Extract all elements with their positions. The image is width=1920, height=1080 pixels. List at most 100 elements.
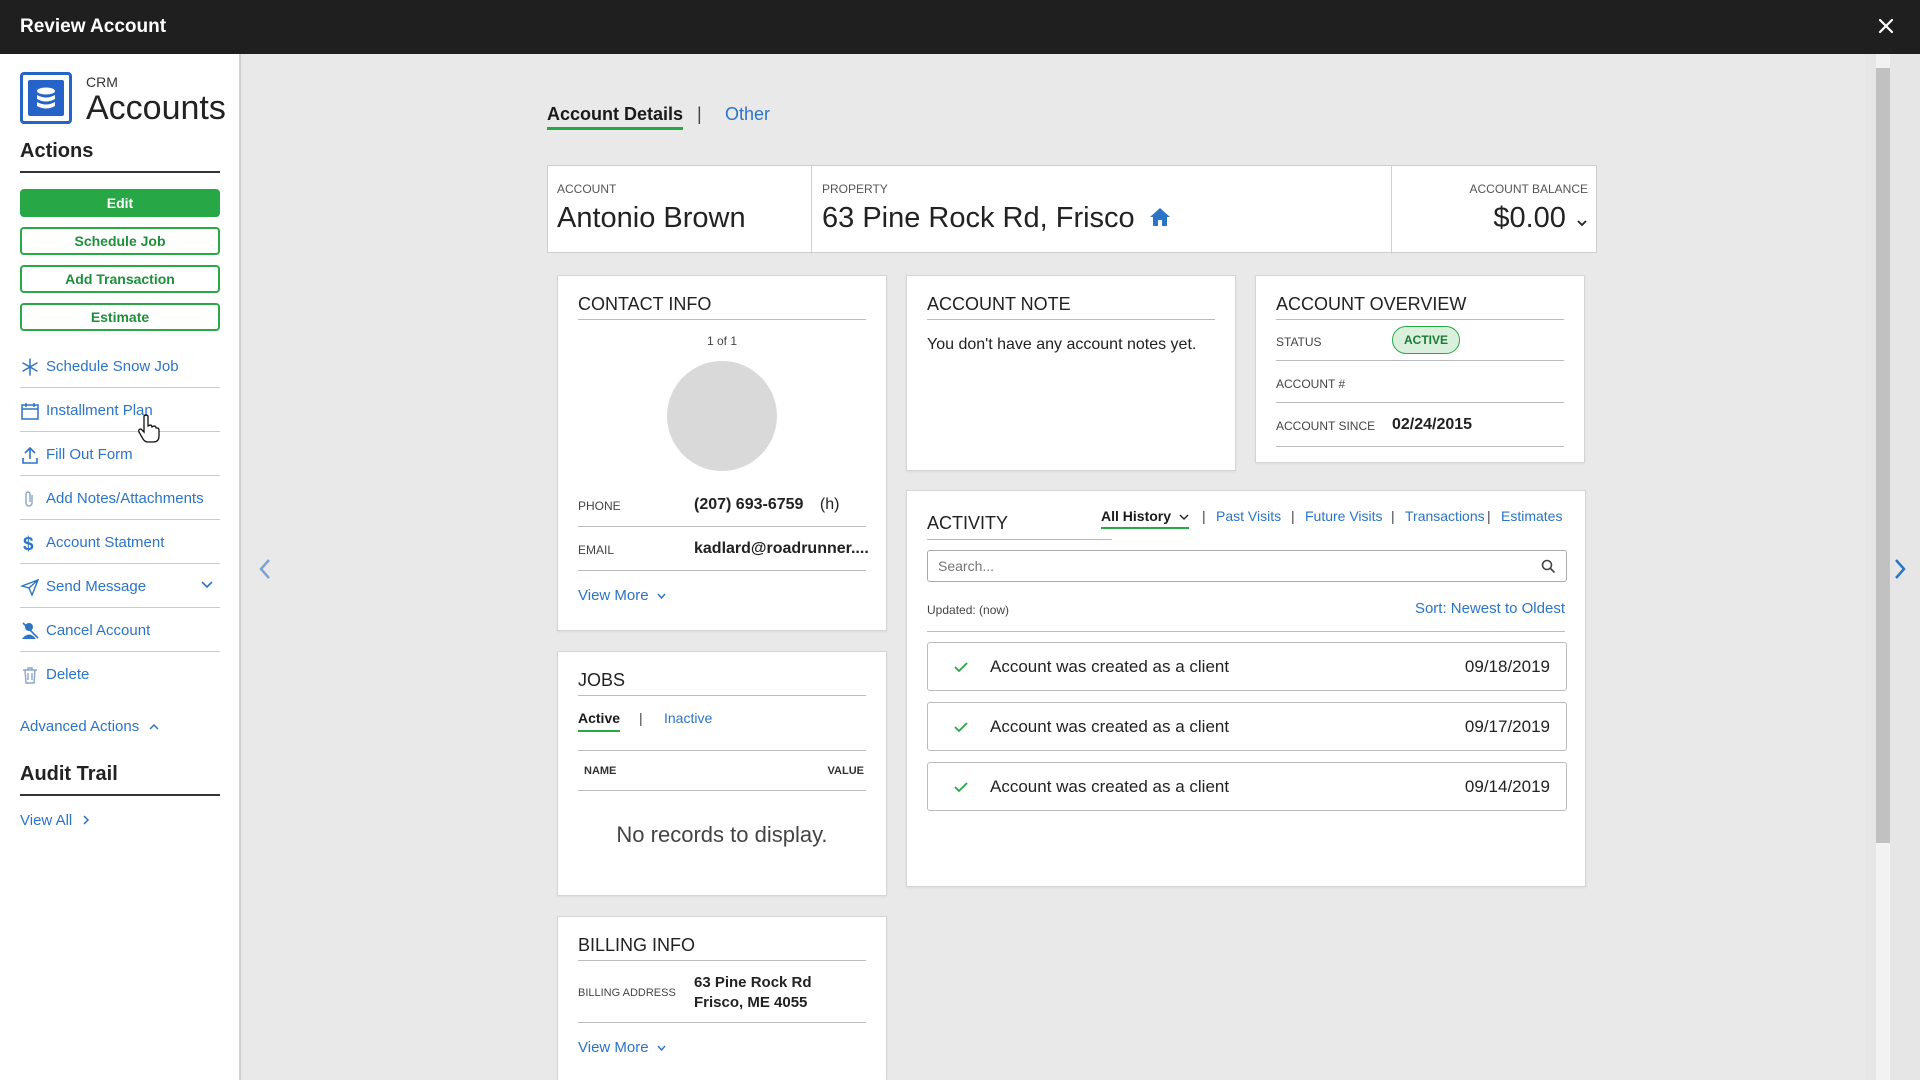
billing-address-label: BILLING ADDRESS bbox=[578, 987, 676, 999]
activity-text: Account was created as a client bbox=[990, 657, 1230, 676]
sidebar-item-account-statement[interactable]: $ Account Statment bbox=[20, 520, 220, 564]
sidebar-item-label: Account Statment bbox=[46, 534, 165, 551]
account-number-label: ACCOUNT # bbox=[1276, 377, 1346, 391]
list-item[interactable]: Account was created as a client 09/14/20… bbox=[927, 762, 1567, 811]
jobs-card: JOBS Active | Inactive NAME VALUE No rec… bbox=[557, 651, 887, 896]
search-input[interactable] bbox=[938, 556, 1528, 576]
filter-separator: | bbox=[1202, 508, 1206, 524]
email-label: EMAIL bbox=[578, 543, 615, 557]
view-more-label: View More bbox=[578, 587, 649, 604]
jobs-tab-active[interactable]: Active bbox=[578, 710, 621, 732]
activity-updated: Updated: (now) bbox=[927, 603, 1010, 617]
account-note-card: ACCOUNT NOTE You don't have any account … bbox=[906, 275, 1236, 471]
view-all-link[interactable]: View All bbox=[20, 812, 90, 829]
sidebar-item-send-message[interactable]: Send Message bbox=[19, 564, 220, 608]
activity-filter-estimates[interactable]: Estimates bbox=[1501, 508, 1562, 524]
brand-category: CRM bbox=[86, 74, 118, 90]
database-icon bbox=[20, 72, 72, 124]
chevron-down-icon bbox=[657, 587, 666, 604]
property-address[interactable]: 63 Pine Rock Rd, Frisco bbox=[822, 202, 1135, 234]
contact-info-title: CONTACT INFO bbox=[578, 294, 866, 320]
activity-search[interactable] bbox=[927, 550, 1567, 582]
audit-trail-heading: Audit Trail bbox=[20, 763, 220, 796]
scrollbar[interactable] bbox=[1876, 54, 1890, 1080]
divider bbox=[578, 790, 866, 791]
paper-plane-icon bbox=[19, 577, 40, 597]
account-section: ACCOUNT Antonio Brown bbox=[548, 166, 812, 254]
upload-icon bbox=[20, 445, 40, 465]
divider bbox=[578, 750, 866, 751]
add-transaction-button[interactable]: Add Transaction bbox=[20, 265, 220, 293]
account-note-text: You don't have any account notes yet. bbox=[927, 336, 1197, 353]
calendar-plan-icon bbox=[20, 401, 40, 421]
scrollbar-thumb[interactable] bbox=[1876, 68, 1890, 843]
estimate-button[interactable]: Estimate bbox=[20, 303, 220, 331]
account-note-title: ACCOUNT NOTE bbox=[927, 294, 1215, 320]
activity-filter-all-history[interactable]: All History bbox=[1101, 508, 1189, 529]
list-item[interactable]: Account was created as a client 09/18/20… bbox=[927, 642, 1567, 691]
account-overview-title: ACCOUNT OVERVIEW bbox=[1276, 294, 1564, 320]
search-icon[interactable] bbox=[1541, 559, 1556, 579]
activity-filter-future-visits[interactable]: Future Visits bbox=[1305, 508, 1383, 524]
activity-sort[interactable]: Sort: Newest to Oldest bbox=[1415, 600, 1565, 617]
close-icon[interactable] bbox=[1872, 12, 1900, 40]
billing-info-card: BILLING INFO BILLING ADDRESS 63 Pine Roc… bbox=[557, 916, 887, 1080]
chevron-down-icon[interactable] bbox=[200, 578, 214, 592]
sidebar-item-delete[interactable]: Delete bbox=[20, 652, 220, 696]
sidebar-item-label: Fill Out Form bbox=[46, 446, 133, 463]
balance-amount: $0.00 bbox=[1493, 202, 1566, 234]
contact-view-more[interactable]: View More bbox=[578, 587, 666, 604]
sidebar-item-installment-plan[interactable]: Installment Plan bbox=[20, 388, 220, 432]
sidebar-item-label: Add Notes/Attachments bbox=[46, 490, 204, 507]
activity-filter-past-visits[interactable]: Past Visits bbox=[1216, 508, 1281, 524]
activity-date: 09/14/2019 bbox=[1464, 777, 1550, 796]
billing-info-title: BILLING INFO bbox=[578, 935, 866, 961]
sidebar-item-label: Schedule Snow Job bbox=[46, 358, 179, 375]
property-value: 63 Pine Rock Rd, Frisco bbox=[822, 202, 1171, 236]
advanced-actions-toggle[interactable]: Advanced Actions bbox=[20, 718, 159, 735]
chevron-down-icon bbox=[657, 1039, 666, 1056]
filter-separator: | bbox=[1291, 508, 1295, 524]
sidebar-item-schedule-snow-job[interactable]: Schedule Snow Job bbox=[20, 344, 220, 388]
sidebar-item-label: Send Message bbox=[46, 578, 147, 595]
sidebar-item-cancel-account[interactable]: Cancel Account bbox=[20, 608, 220, 652]
activity-filter-transactions[interactable]: Transactions bbox=[1405, 508, 1485, 524]
tab-account-details[interactable]: Account Details bbox=[547, 104, 684, 130]
divider bbox=[927, 631, 1565, 632]
jobs-tab-inactive[interactable]: Inactive bbox=[664, 710, 712, 726]
billing-view-more[interactable]: View More bbox=[578, 1039, 666, 1056]
divider bbox=[1276, 360, 1564, 361]
tab-other[interactable]: Other bbox=[725, 104, 770, 125]
check-icon bbox=[954, 720, 968, 738]
contact-info-card: CONTACT INFO 1 of 1 PHONE (207) 693-6759… bbox=[557, 275, 887, 631]
next-arrow-icon[interactable] bbox=[1888, 554, 1912, 584]
check-icon bbox=[954, 780, 968, 798]
account-header-card: ACCOUNT Antonio Brown PROPERTY 63 Pine R… bbox=[547, 165, 1597, 254]
sidebar-item-fill-out-form[interactable]: Fill Out Form bbox=[20, 432, 220, 476]
schedule-job-button[interactable]: Schedule Job bbox=[20, 227, 220, 255]
list-item[interactable]: Account was created as a client 09/17/20… bbox=[927, 702, 1567, 751]
contact-pager: 1 of 1 bbox=[706, 334, 738, 348]
property-section: PROPERTY 63 Pine Rock Rd, Frisco bbox=[812, 166, 1392, 254]
dollar-icon: $ bbox=[20, 533, 40, 555]
activity-date: 09/17/2019 bbox=[1464, 717, 1550, 736]
sidebar-item-add-notes[interactable]: Add Notes/Attachments bbox=[20, 476, 220, 520]
edit-button[interactable]: Edit bbox=[20, 189, 220, 217]
paperclip-icon bbox=[20, 489, 40, 509]
phone-value[interactable]: (207) 693-6759 (h) bbox=[694, 496, 839, 514]
divider bbox=[1276, 402, 1564, 403]
home-icon bbox=[1149, 203, 1171, 236]
advanced-actions-label: Advanced Actions bbox=[20, 718, 140, 735]
previous-arrow-icon[interactable] bbox=[253, 554, 277, 584]
sidebar-item-label: Cancel Account bbox=[46, 622, 151, 639]
user-remove-icon bbox=[20, 621, 40, 641]
activity-card: ACTIVITY All History | Past Visits | Fut… bbox=[906, 490, 1586, 887]
balance-value[interactable]: $0.00 bbox=[1493, 202, 1588, 236]
divider bbox=[927, 539, 1112, 540]
activity-text: Account was created as a client bbox=[990, 717, 1230, 736]
sidebar: CRM Accounts Actions Edit Schedule Job A… bbox=[0, 54, 241, 1080]
phone-label: PHONE bbox=[578, 499, 621, 513]
chevron-up-icon bbox=[149, 718, 159, 735]
email-value[interactable]: kadlard@roadrunner.... bbox=[694, 540, 869, 558]
billing-address-line2: Frisco, ME 4055 bbox=[694, 994, 808, 1011]
